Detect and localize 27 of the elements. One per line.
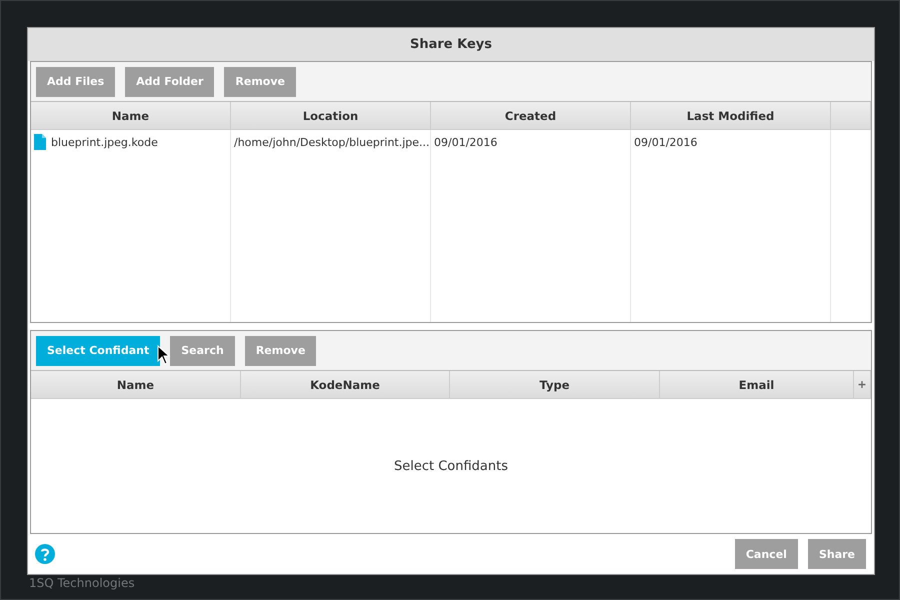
table-cell: blueprint.jpeg.kode	[51, 136, 158, 148]
help-icon[interactable]	[35, 544, 55, 564]
column-header[interactable]: Location	[231, 102, 431, 130]
column-header[interactable]: Name	[31, 102, 231, 130]
toolbar-button[interactable]: Select Confidant	[36, 336, 160, 366]
company-name: 1SQ Technologies	[29, 576, 135, 590]
column-header[interactable]: Email	[660, 371, 854, 399]
file-icon	[34, 134, 46, 150]
dialog-button[interactable]: Share	[808, 539, 866, 569]
dialog-title: Share Keys	[28, 28, 874, 61]
table-cell: 09/01/2016	[634, 136, 698, 148]
toolbar-button[interactable]: Remove	[244, 336, 316, 366]
mouse-cursor-icon	[157, 345, 171, 365]
add-column-button[interactable]: +	[854, 371, 871, 399]
column-header[interactable]: Name	[31, 371, 241, 399]
toolbar-button[interactable]: Remove	[224, 66, 296, 96]
table-cell: 09/01/2016	[434, 136, 498, 148]
empty-message: Select Confidants	[394, 458, 508, 474]
column-header[interactable]: KodeName	[241, 371, 450, 399]
toolbar-button[interactable]: Search	[170, 336, 235, 366]
toolbar-button[interactable]: Add Files	[36, 66, 116, 96]
column-header[interactable]: Last Modified	[631, 102, 831, 130]
column-header[interactable]: Type	[450, 371, 660, 399]
dialog-button[interactable]: Cancel	[734, 539, 798, 569]
column-header[interactable]: Created	[431, 102, 631, 130]
toolbar-button[interactable]: Add Folder	[125, 66, 214, 96]
table-cell: /home/john/Desktop/blueprint.jpe...	[234, 136, 430, 148]
